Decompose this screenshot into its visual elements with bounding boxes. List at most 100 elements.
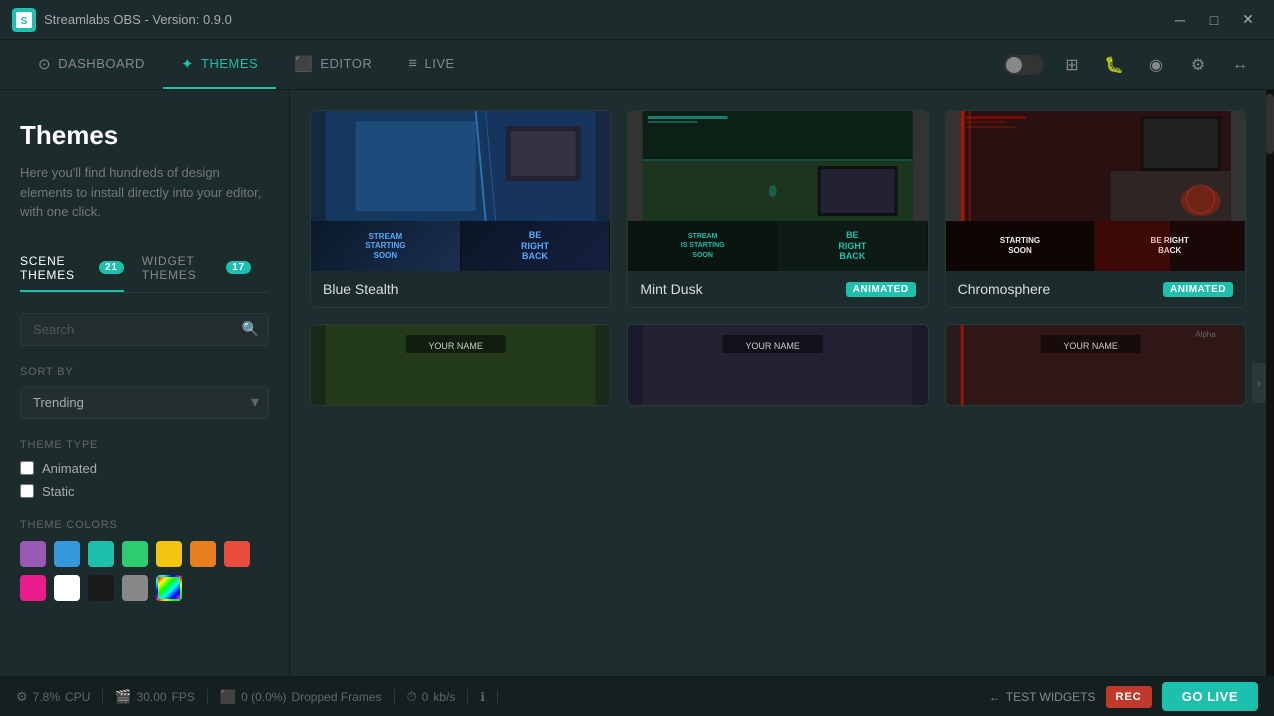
tab-widget-themes[interactable]: WIDGET THEMES 17 <box>142 246 251 292</box>
animated-checkbox[interactable] <box>20 461 34 475</box>
color-swatch-red[interactable] <box>224 541 250 567</box>
close-button[interactable]: ✕ <box>1234 6 1262 34</box>
themes-icon: ✦ <box>181 55 194 73</box>
cpu-value: 7.8% <box>33 690 60 704</box>
editor-icon: ⬛ <box>294 55 313 73</box>
chromosphere-sub1: STARTINGSOON <box>946 221 1096 271</box>
svg-text:YOUR NAME: YOUR NAME <box>746 341 801 351</box>
dashboard-icon: ⊙ <box>38 55 51 73</box>
theme-card-partial-1[interactable]: YOUR NAME <box>310 324 611 406</box>
partial-3-img: YOUR NAME Alpha <box>946 325 1245 405</box>
mint-dusk-badge: ANIMATED <box>846 282 916 297</box>
go-live-button[interactable]: GO LIVE <box>1162 682 1258 711</box>
theme-type-label: THEME TYPE <box>20 439 269 451</box>
theme-card-partial-2[interactable]: YOUR NAME <box>627 324 928 406</box>
bandwidth-icon: ⏱ <box>407 689 417 705</box>
nav-label-themes: THEMES <box>201 56 258 71</box>
sidebar: Themes Here you'll find hundreds of desi… <box>0 90 290 676</box>
chromosphere-name: Chromosphere <box>958 281 1051 297</box>
color-swatch-pink[interactable] <box>20 575 46 601</box>
settings-icon[interactable]: ⚙ <box>1184 51 1212 79</box>
live-icon: ≡ <box>408 55 417 72</box>
svg-text:S: S <box>21 16 28 27</box>
nav-item-dashboard[interactable]: ⊙ DASHBOARD <box>20 40 163 89</box>
animated-filter[interactable]: Animated <box>20 461 269 476</box>
tab-widget-label: WIDGET THEMES <box>142 254 221 282</box>
theme-card-partial-3[interactable]: YOUR NAME Alpha <box>945 324 1246 406</box>
sort-by-label: SORT BY <box>20 366 269 378</box>
main-area: Themes Here you'll find hundreds of desi… <box>0 90 1274 676</box>
color-swatch-blue[interactable] <box>54 541 80 567</box>
test-widgets-arrow: ← <box>989 690 1001 704</box>
mint-dusk-sub-imgs: STREAMIS STARTINGSOON BERIGHTBACK <box>628 221 927 271</box>
mint-dusk-sub2: BERIGHTBACK <box>778 221 928 271</box>
night-mode-toggle[interactable] <box>1004 55 1044 75</box>
blue-stealth-name: Blue Stealth <box>323 281 399 297</box>
minimize-button[interactable]: ─ <box>1166 6 1194 34</box>
partial-2-img: YOUR NAME <box>628 325 927 405</box>
theme-card-chromosphere[interactable]: STARTINGSOON BE RIGHTBACK Chromosphere A… <box>945 110 1246 308</box>
discord-icon[interactable]: ◉ <box>1142 51 1170 79</box>
color-swatch-black[interactable] <box>88 575 114 601</box>
scrollbar-track: › <box>1266 90 1274 676</box>
tab-scene-themes[interactable]: SCENE THEMES 21 <box>20 246 124 292</box>
static-label: Static <box>42 484 75 499</box>
scrollbar-thumb[interactable] <box>1266 94 1274 154</box>
nav-item-live[interactable]: ≡ LIVE <box>390 40 472 89</box>
mint-dusk-info: Mint Dusk ANIMATED <box>628 271 927 307</box>
partial-1-img: YOUR NAME <box>311 325 610 405</box>
static-checkbox[interactable] <box>20 484 34 498</box>
nav-label-dashboard: DASHBOARD <box>58 56 145 71</box>
chromosphere-main-img <box>946 111 1245 221</box>
theme-card-mint-dusk[interactable]: STREAMIS STARTINGSOON BERIGHTBACK Mint D… <box>627 110 928 308</box>
bug-icon[interactable]: 🐛 <box>1100 51 1128 79</box>
cpu-icon: ⚙ <box>16 689 28 705</box>
color-swatch-purple[interactable] <box>20 541 46 567</box>
nav-label-editor: EDITOR <box>320 56 372 71</box>
chromosphere-info: Chromosphere ANIMATED <box>946 271 1245 307</box>
layout-icon[interactable]: ⊞ <box>1058 51 1086 79</box>
color-swatch-white[interactable] <box>54 575 80 601</box>
color-swatch-rainbow[interactable] <box>156 575 182 601</box>
page-subtitle: Here you'll find hundreds of design elem… <box>20 163 269 222</box>
blue-stealth-images: STREAMSTARTINGSOON BERIGHTBACK <box>311 111 610 271</box>
tab-widget-badge: 17 <box>226 261 251 274</box>
collapse-icon[interactable]: ↔ <box>1226 51 1254 79</box>
theme-tabs: SCENE THEMES 21 WIDGET THEMES 17 <box>20 246 269 293</box>
sort-select-wrapper: Trending Newest Oldest <box>20 386 269 419</box>
sort-select[interactable]: Trending Newest Oldest <box>20 386 269 419</box>
right-collapse-button[interactable]: › <box>1252 363 1266 403</box>
search-icon: 🔍 <box>242 321 259 338</box>
test-widgets-label: TEST WIDGETS <box>1006 690 1096 704</box>
theme-colors-label: THEME COLORS <box>20 519 269 531</box>
theme-type-filters: Animated Static <box>20 461 269 499</box>
fps-icon: 🎬 <box>115 689 131 705</box>
themes-grid: STREAMSTARTINGSOON BERIGHTBACK Blue Stea… <box>310 110 1246 406</box>
themes-content: STREAMSTARTINGSOON BERIGHTBACK Blue Stea… <box>290 90 1266 676</box>
theme-card-blue-stealth[interactable]: STREAMSTARTINGSOON BERIGHTBACK Blue Stea… <box>310 110 611 308</box>
dropped-status: ⬛ 0 (0.0%) Dropped Frames <box>208 689 395 705</box>
nav-item-editor[interactable]: ⬛ EDITOR <box>276 40 390 89</box>
color-swatch-orange[interactable] <box>190 541 216 567</box>
info-status: ℹ <box>468 690 498 704</box>
tab-scene-label: SCENE THEMES <box>20 254 93 282</box>
fps-value: 30.00 <box>137 690 167 704</box>
window-controls: ─ □ ✕ <box>1166 6 1262 34</box>
blue-stealth-info: Blue Stealth <box>311 271 610 307</box>
dropped-icon: ⬛ <box>220 689 236 705</box>
color-swatch-teal[interactable] <box>88 541 114 567</box>
rec-button[interactable]: REC <box>1106 686 1152 708</box>
nav-item-themes[interactable]: ✦ THEMES <box>163 40 276 89</box>
static-filter[interactable]: Static <box>20 484 269 499</box>
blue-stealth-main-img <box>311 111 610 221</box>
mint-dusk-images: STREAMIS STARTINGSOON BERIGHTBACK <box>628 111 927 271</box>
maximize-button[interactable]: □ <box>1200 6 1228 34</box>
test-widgets-button[interactable]: ← TEST WIDGETS <box>989 690 1096 704</box>
color-swatch-yellow[interactable] <box>156 541 182 567</box>
color-swatch-green[interactable] <box>122 541 148 567</box>
blue-stealth-sub1: STREAMSTARTINGSOON <box>311 221 461 271</box>
mint-dusk-main-img <box>628 111 927 221</box>
search-input[interactable] <box>20 313 269 346</box>
color-swatch-gray[interactable] <box>122 575 148 601</box>
app-title: Streamlabs OBS - Version: 0.9.0 <box>44 12 1166 27</box>
